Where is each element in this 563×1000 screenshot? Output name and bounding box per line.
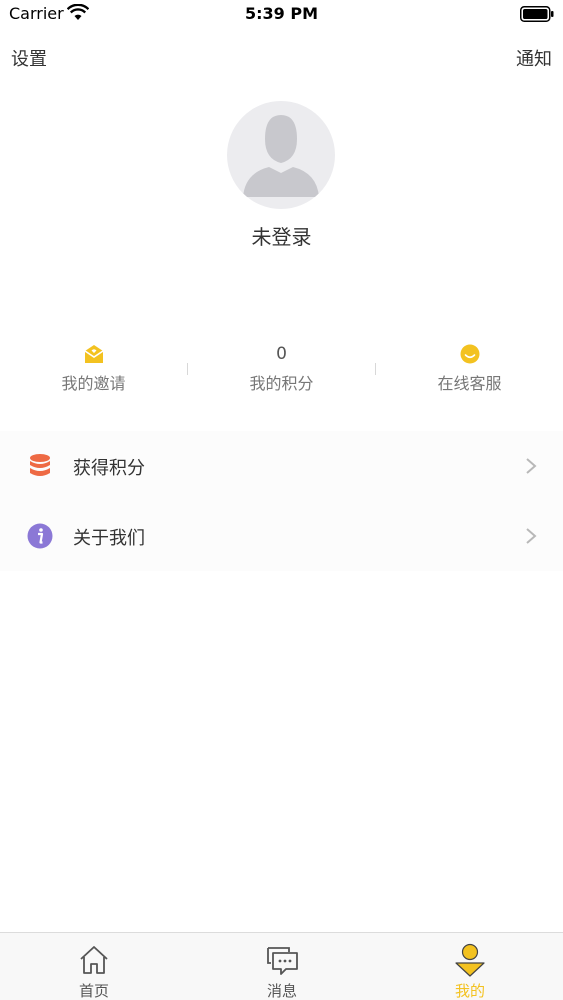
stat-online-support[interactable]: 在线客服: [376, 340, 563, 400]
avatar[interactable]: [227, 101, 335, 209]
menu-item-label: 关于我们: [73, 528, 145, 549]
clock: 5:39 PM: [244, 4, 318, 23]
user-silhouette-icon: [243, 115, 319, 197]
tab-home[interactable]: 首页: [0, 933, 188, 1000]
chevron-right-icon: [526, 458, 537, 474]
smiley-icon: [460, 344, 479, 364]
username-label[interactable]: 未登录: [0, 221, 563, 250]
notifications-button[interactable]: 通知: [516, 45, 552, 71]
tab-label: 我的: [454, 982, 485, 1000]
menu-item-earn-points[interactable]: 获得积分: [0, 431, 563, 501]
tab-label: 消息: [266, 982, 297, 1000]
stat-label: 我的邀请: [61, 374, 126, 393]
stat-divider: [187, 363, 188, 375]
stats-row: 我的邀请 0 我的积分 在线客服: [0, 340, 563, 400]
stat-divider: [375, 363, 376, 375]
chevron-right-icon: [526, 528, 537, 544]
profile-icon: [455, 943, 485, 977]
tab-label: 首页: [78, 982, 109, 1000]
tab-messages[interactable]: 消息: [188, 933, 376, 1000]
envelope-icon: [84, 345, 103, 363]
status-bar: Carrier 5:39 PM: [0, 0, 563, 30]
info-icon: [27, 523, 53, 549]
stat-label: 在线客服: [437, 374, 502, 393]
database-icon: [30, 454, 50, 476]
settings-button[interactable]: 设置: [11, 45, 47, 71]
tab-bar: 首页 消息 我的: [0, 932, 563, 1000]
message-icon: [267, 947, 298, 975]
battery-icon: [520, 6, 554, 22]
tab-profile[interactable]: 我的: [376, 933, 563, 1000]
stat-my-invitations[interactable]: 我的邀请: [0, 340, 187, 400]
home-icon: [80, 946, 108, 974]
stat-my-points[interactable]: 0 我的积分: [188, 340, 375, 400]
menu-item-about-us[interactable]: 关于我们: [0, 501, 563, 571]
points-value: 0: [276, 344, 287, 364]
menu-item-label: 获得积分: [73, 458, 145, 479]
stat-label: 我的积分: [249, 374, 314, 393]
